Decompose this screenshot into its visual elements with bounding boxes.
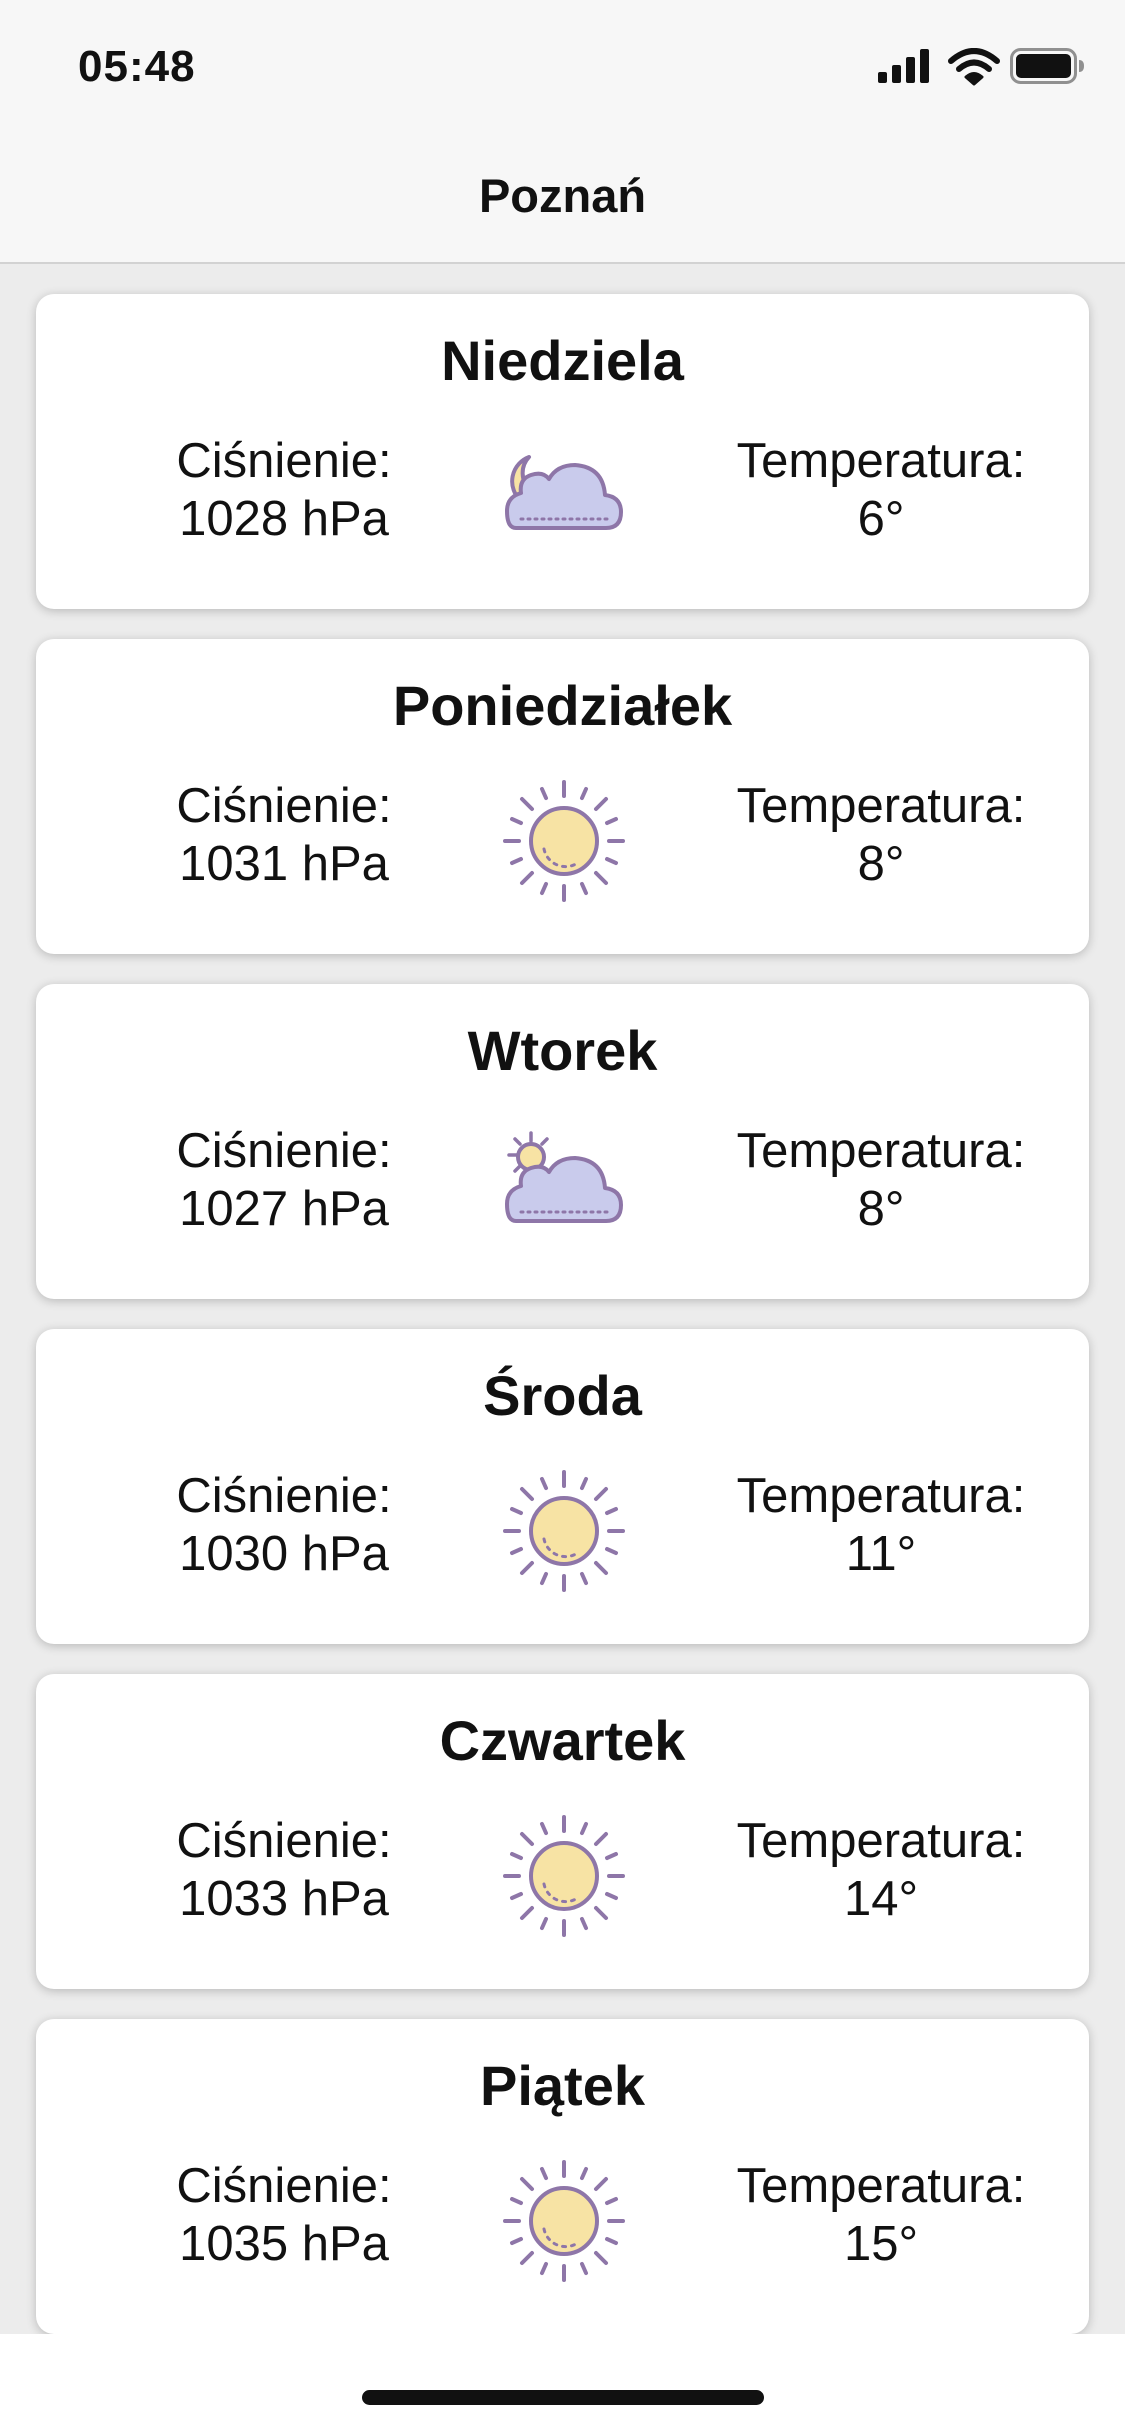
signal-icon [878,49,929,83]
pressure-block: Ciśnienie: 1031 hPa [114,777,454,893]
pressure-label: Ciśnienie: [176,2159,392,2213]
temperature-label: Temperatura: [736,1469,1026,1523]
battery-icon [1010,48,1084,84]
temperature-label: Temperatura: [736,2159,1026,2213]
temperature-value: 15° [843,2217,919,2271]
sun-icon [499,776,629,906]
forecast-card[interactable]: Niedziela Ciśnienie: 1028 hPa Temperatur… [36,294,1089,609]
temperature-block: Temperatura: 8° [701,1122,1061,1238]
temperature-block: Temperatura: 15° [701,2157,1061,2273]
day-name: Piątek [480,2054,645,2117]
temperature-value: 11° [845,1527,917,1581]
pressure-value: 1031 hPa [179,837,389,891]
forecast-card[interactable]: Piątek Ciśnienie: 1035 hPa Temperatura: … [36,2019,1089,2334]
sun-icon [499,2156,629,2286]
home-indicator-area [0,2334,1125,2436]
temperature-value: 14° [843,1872,919,1926]
forecast-card[interactable]: Czwartek Ciśnienie: 1033 hPa Temperatura… [36,1674,1089,1989]
status-time: 05:48 [78,42,196,91]
pressure-block: Ciśnienie: 1027 hPa [114,1122,454,1238]
forecast-card[interactable]: Poniedziałek Ciśnienie: 1031 hPa Tempera… [36,639,1089,954]
temperature-label: Temperatura: [736,434,1026,488]
wifi-icon [948,48,1000,86]
temperature-block: Temperatura: 11° [701,1467,1061,1583]
pressure-label: Ciśnienie: [176,1814,392,1868]
pressure-label: Ciśnienie: [176,779,392,833]
pressure-block: Ciśnienie: 1033 hPa [114,1812,454,1928]
pressure-value: 1027 hPa [179,1182,389,1236]
pressure-value: 1030 hPa [179,1527,389,1581]
forecast-card[interactable]: Wtorek Ciśnienie: 1027 hPa Temperatura: … [36,984,1089,1299]
pressure-label: Ciśnienie: [176,1469,392,1523]
home-indicator[interactable] [362,2390,764,2405]
temperature-block: Temperatura: 6° [701,432,1061,548]
pressure-label: Ciśnienie: [176,1124,392,1178]
pressure-value: 1028 hPa [179,492,389,546]
day-name: Wtorek [467,1019,658,1082]
day-name: Poniedziałek [392,674,733,737]
status-bar: 05:48 [0,0,1125,132]
pressure-block: Ciśnienie: 1035 hPa [114,2157,454,2273]
temperature-label: Temperatura: [736,1124,1026,1178]
sun-icon [499,1466,629,1596]
temperature-block: Temperatura: 14° [701,1812,1061,1928]
temperature-label: Temperatura: [736,1814,1026,1868]
forecast-card[interactable]: Środa Ciśnienie: 1030 hPa Temperatura: 1… [36,1329,1089,1644]
sun-icon [499,1811,629,1941]
temperature-value: 6° [857,492,905,546]
moon-cloud-icon [499,431,629,561]
temperature-value: 8° [857,837,905,891]
city-title: Poznań [478,169,647,222]
forecast-list[interactable]: Niedziela Ciśnienie: 1028 hPa Temperatur… [0,264,1125,2334]
day-name: Środa [483,1364,642,1427]
pressure-value: 1035 hPa [179,2217,389,2271]
pressure-label: Ciśnienie: [176,434,392,488]
temperature-label: Temperatura: [736,779,1026,833]
pressure-block: Ciśnienie: 1030 hPa [114,1467,454,1583]
day-name: Niedziela [441,329,684,392]
pressure-block: Ciśnienie: 1028 hPa [114,432,454,548]
temperature-block: Temperatura: 8° [701,777,1061,893]
sun-cloud-icon [499,1121,629,1251]
pressure-value: 1033 hPa [179,1872,389,1926]
navigation-bar: Poznań [0,132,1125,264]
day-name: Czwartek [439,1709,686,1772]
temperature-value: 8° [857,1182,905,1236]
